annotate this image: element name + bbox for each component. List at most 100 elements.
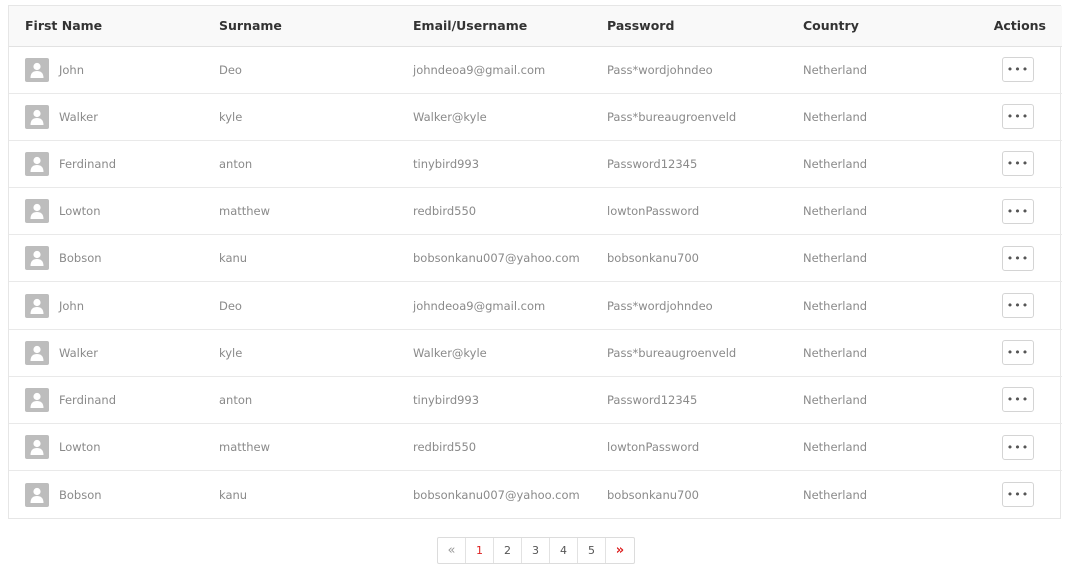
first-name-text: Lowton xyxy=(59,204,101,219)
country-cell: Netherland xyxy=(787,423,937,472)
first-name-cell: Ferdinand xyxy=(9,376,203,425)
table-row: Ferdinand anton tinybird993 Password12345 Ne… xyxy=(9,376,1062,425)
surname-cell: anton xyxy=(203,140,397,189)
country-cell: Netherland xyxy=(787,187,937,236)
user-avatar-icon xyxy=(25,293,49,318)
user-avatar-icon xyxy=(25,340,49,365)
email-cell: bobsonkanu007@yahoo.com xyxy=(397,234,591,283)
more-actions-button[interactable]: ••• xyxy=(1002,57,1034,83)
pagination-page-1[interactable]: 1 xyxy=(466,538,494,563)
user-avatar-icon xyxy=(25,104,49,129)
actions-cell: ••• xyxy=(937,140,1062,189)
first-name-text: Ferdinand xyxy=(59,392,117,407)
table-row: John Deo johndeoa9@gmail.com Pass*wordjohnd… xyxy=(9,281,1062,330)
column-header-password[interactable]: Password xyxy=(591,6,787,47)
table-row: John Deo johndeoa9@gmail.com Pass*wordjohnd… xyxy=(9,46,1062,94)
first-name-cell: Ferdinand xyxy=(9,140,203,189)
users-table-container: First Name Surname Email/Username Passwo… xyxy=(8,5,1062,519)
surname-cell: kyle xyxy=(203,93,397,141)
table-row: Ferdinand anton tinybird993 Password12345 Ne… xyxy=(9,140,1062,189)
user-avatar-icon xyxy=(25,151,49,176)
surname-cell: kyle xyxy=(203,329,397,377)
user-avatar-icon xyxy=(25,246,49,271)
table-header-row: First Name Surname Email/Username Passwo… xyxy=(9,6,1062,47)
actions-cell: ••• xyxy=(937,187,1062,236)
user-avatar-icon xyxy=(25,387,49,412)
pagination-page-3[interactable]: 3 xyxy=(522,538,550,563)
first-name-text: Walker xyxy=(59,109,98,124)
name-wrapper: Ferdinand xyxy=(25,387,203,412)
pagination-page-4[interactable]: 4 xyxy=(550,538,578,563)
table-row: Bobson kanu bobsonkanu007@yahoo.com bobsonk… xyxy=(9,234,1062,283)
more-actions-button[interactable]: ••• xyxy=(1002,387,1034,413)
email-cell: tinybird993 xyxy=(397,376,591,425)
more-actions-button[interactable]: ••• xyxy=(1002,340,1034,366)
table-row: Bobson kanu bobsonkanu007@yahoo.com bobsonk… xyxy=(9,471,1062,518)
more-actions-button[interactable]: ••• xyxy=(1002,482,1034,508)
first-name-text: Lowton xyxy=(59,440,101,455)
pagination-next-button[interactable]: » xyxy=(606,538,634,563)
password-cell: lowtonPassword xyxy=(591,187,787,236)
actions-cell: ••• xyxy=(937,471,1062,518)
user-avatar-icon xyxy=(25,199,49,224)
name-wrapper: Lowton xyxy=(25,199,203,224)
user-avatar-icon xyxy=(25,57,49,82)
name-wrapper: Bobson xyxy=(25,246,203,271)
actions-cell: ••• xyxy=(937,329,1062,377)
name-wrapper: John xyxy=(25,57,203,82)
table-row: Lowton matthew redbird550 lowtonPassword Net… xyxy=(9,187,1062,236)
country-cell: Netherland xyxy=(787,281,937,330)
surname-cell: Deo xyxy=(203,46,397,94)
column-header-surname[interactable]: Surname xyxy=(203,6,397,47)
name-wrapper: John xyxy=(25,293,203,318)
password-cell: Password12345 xyxy=(591,376,787,425)
country-cell: Netherland xyxy=(787,329,937,377)
first-name-text: Ferdinand xyxy=(59,156,117,171)
surname-cell: kanu xyxy=(219,487,248,502)
email-cell: bobsonkanu007@yahoo.com xyxy=(413,487,580,502)
surname-cell: matthew xyxy=(203,187,397,236)
column-header-email[interactable]: Email/Username xyxy=(397,6,591,47)
first-name-cell: John xyxy=(9,281,203,330)
password-cell: lowtonPassword xyxy=(591,423,787,472)
surname-cell: anton xyxy=(203,376,397,425)
country-cell: Netherland xyxy=(787,46,937,94)
first-name-text: Walker xyxy=(59,345,98,360)
first-name-cell: Bobson xyxy=(9,471,203,518)
more-actions-button[interactable]: ••• xyxy=(1002,293,1034,319)
name-wrapper: Bobson xyxy=(25,482,203,507)
users-table: First Name Surname Email/Username Passwo… xyxy=(9,6,1062,518)
email-cell: Walker@kyle xyxy=(397,329,591,377)
name-wrapper: Lowton xyxy=(25,435,203,460)
name-wrapper: Walker xyxy=(25,104,203,129)
surname-cell: matthew xyxy=(203,423,397,472)
email-cell: Walker@kyle xyxy=(397,93,591,141)
email-cell: redbird550 xyxy=(397,423,591,472)
actions-cell: ••• xyxy=(937,46,1062,94)
more-actions-button[interactable]: ••• xyxy=(1002,434,1034,460)
country-cell: Netherland xyxy=(787,93,937,141)
pagination-prev-button[interactable]: « xyxy=(438,538,466,563)
name-wrapper: Ferdinand xyxy=(25,151,203,176)
country-cell: Netherland xyxy=(787,234,937,283)
first-name-cell: Bobson xyxy=(9,234,203,283)
pagination-page-2[interactable]: 2 xyxy=(494,538,522,563)
country-cell: Netherland xyxy=(787,376,937,425)
email-cell: johndeoa9@gmail.com xyxy=(397,281,591,330)
more-actions-button[interactable]: ••• xyxy=(1002,245,1034,271)
actions-cell: ••• xyxy=(937,281,1062,330)
more-actions-button[interactable]: ••• xyxy=(1002,104,1034,130)
first-name-cell: Lowton xyxy=(9,187,203,236)
column-header-country[interactable]: Country xyxy=(787,6,937,47)
column-header-first-name[interactable]: First Name xyxy=(9,6,203,47)
more-actions-button[interactable]: ••• xyxy=(1002,198,1034,224)
more-actions-button[interactable]: ••• xyxy=(1002,151,1034,177)
pagination-page-5[interactable]: 5 xyxy=(578,538,606,563)
password-cell: Pass*wordjohndeo xyxy=(591,281,787,330)
first-name-cell: John xyxy=(9,46,203,94)
table-row: Walker kyle Walker@kyle Pass*bureaugroenvel… xyxy=(9,93,1062,141)
password-cell: bobsonkanu700 xyxy=(607,487,699,502)
user-avatar-icon xyxy=(25,482,49,507)
password-cell: Pass*bureaugroenveld xyxy=(591,93,787,141)
email-cell: tinybird993 xyxy=(397,140,591,189)
